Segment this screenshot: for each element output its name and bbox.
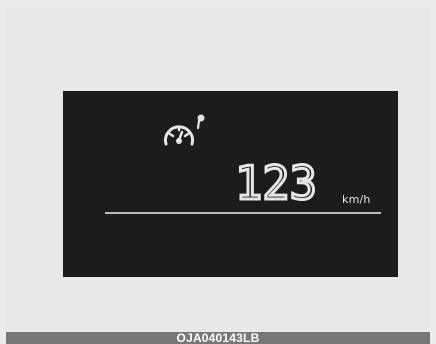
speed-readout: 123	[235, 163, 319, 203]
figure-code: OJA040143LB	[176, 332, 260, 344]
instrument-cluster-display: 123 km/h	[63, 91, 398, 277]
speed-value: 123	[235, 163, 317, 203]
divider-line	[105, 212, 381, 214]
speed-unit: km/h	[342, 193, 371, 206]
caption-bar: OJA040143LB	[6, 332, 430, 344]
figure-frame: 123 km/h	[6, 8, 430, 332]
speedometer-icon	[164, 114, 205, 146]
